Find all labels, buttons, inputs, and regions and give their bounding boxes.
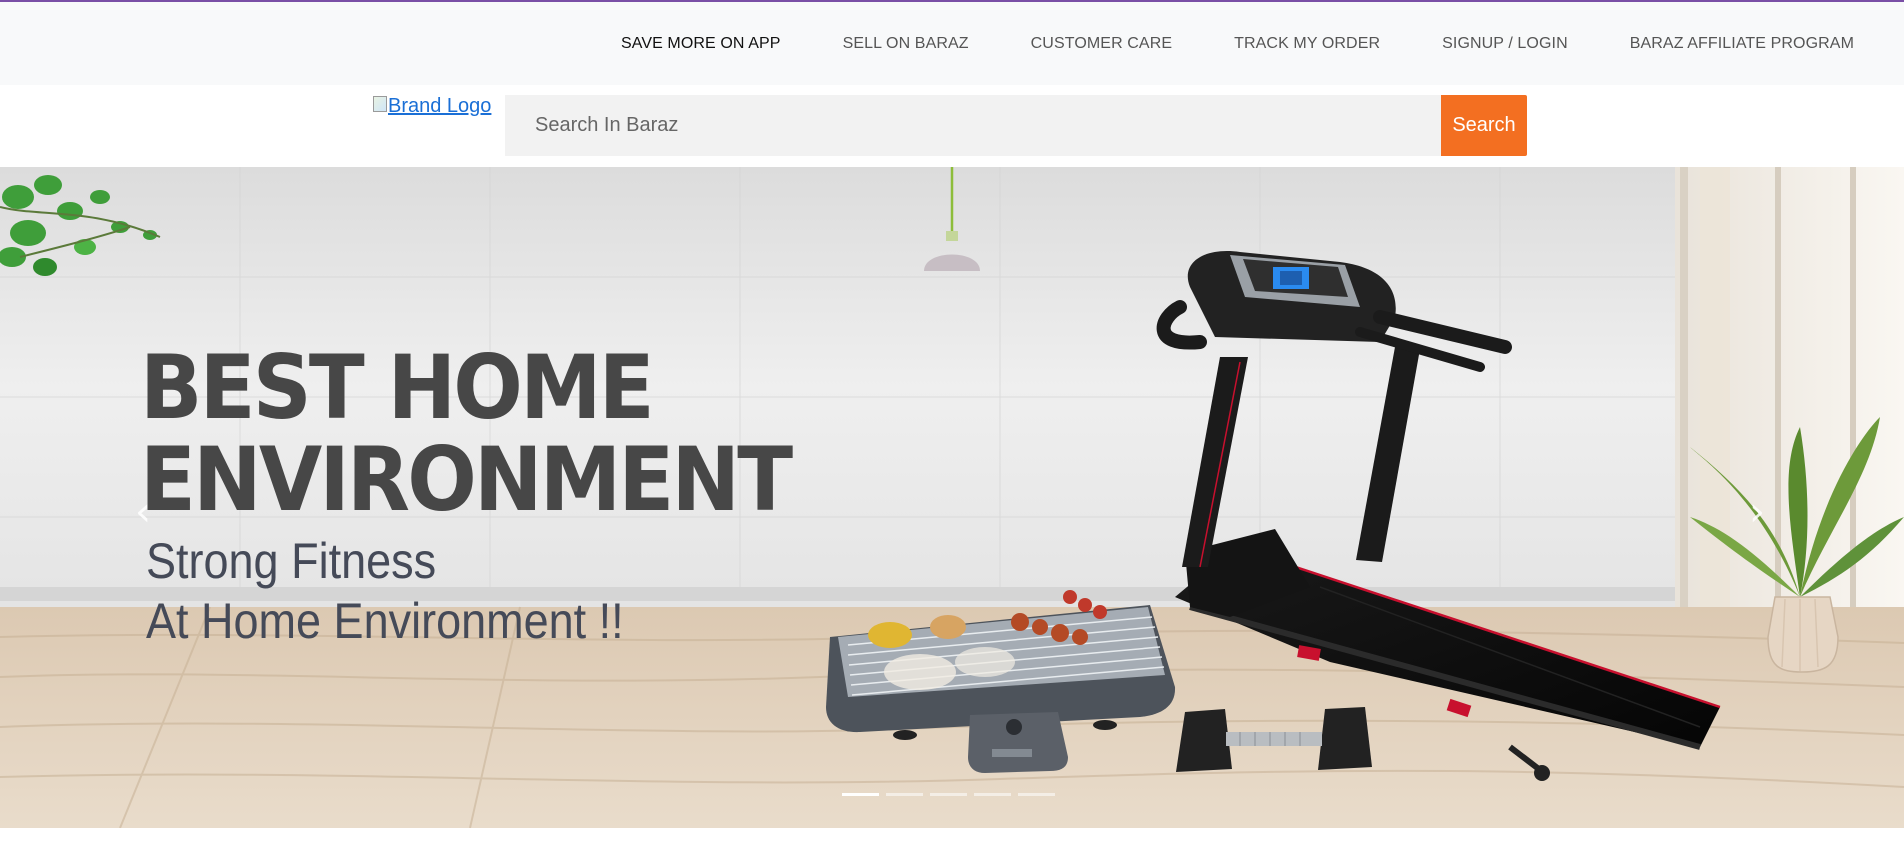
site-header: Brand Logo Search	[0, 85, 1904, 167]
brand-logo-link[interactable]: Brand Logo	[373, 95, 491, 118]
save-more-on-app-link[interactable]: SAVE MORE ON APP	[621, 35, 781, 53]
carousel-indicator[interactable]	[1018, 793, 1055, 796]
top-navigation: SAVE MORE ON APP SELL ON BARAZ CUSTOMER …	[559, 2, 1904, 85]
hero-subline-line-1: Strong Fitness	[146, 533, 437, 589]
search-button[interactable]: Search	[1441, 95, 1527, 156]
top-bar: SAVE MORE ON APP SELL ON BARAZ CUSTOMER …	[0, 0, 1904, 85]
hero-headline-line-2: ENVIRONMENT	[140, 428, 793, 531]
carousel-indicator[interactable]	[974, 793, 1011, 796]
hero-text-block: BEST HOME ENVIRONMENT Strong Fitness At …	[140, 336, 839, 649]
carousel-indicators	[842, 793, 1062, 796]
hero-subline-line-2: At Home Environment !!	[146, 593, 624, 649]
carousel-indicator[interactable]	[842, 793, 879, 796]
carousel-indicator[interactable]	[886, 793, 923, 796]
customer-care-link[interactable]: CUSTOMER CARE	[1031, 35, 1172, 53]
hero-headline-line-1: BEST HOME	[140, 336, 655, 439]
sell-on-baraz-link[interactable]: SELL ON BARAZ	[843, 35, 969, 53]
carousel-next-arrow-icon[interactable]: ›	[1742, 482, 1772, 542]
signup-login-link[interactable]: SIGNUP / LOGIN	[1442, 35, 1568, 53]
carousel-indicator[interactable]	[930, 793, 967, 796]
broken-image-icon	[373, 95, 387, 112]
brand-logo-alt-text: Brand Logo	[388, 95, 492, 117]
hero-carousel: BEST HOME ENVIRONMENT Strong Fitness At …	[0, 167, 1904, 828]
affiliate-program-link[interactable]: BARAZ AFFILIATE PROGRAM	[1630, 35, 1854, 53]
carousel-prev-arrow-icon[interactable]: ‹	[128, 482, 158, 542]
track-my-order-link[interactable]: TRACK MY ORDER	[1234, 35, 1380, 53]
search-input[interactable]	[505, 95, 1441, 156]
search-bar: Search	[505, 95, 1527, 156]
